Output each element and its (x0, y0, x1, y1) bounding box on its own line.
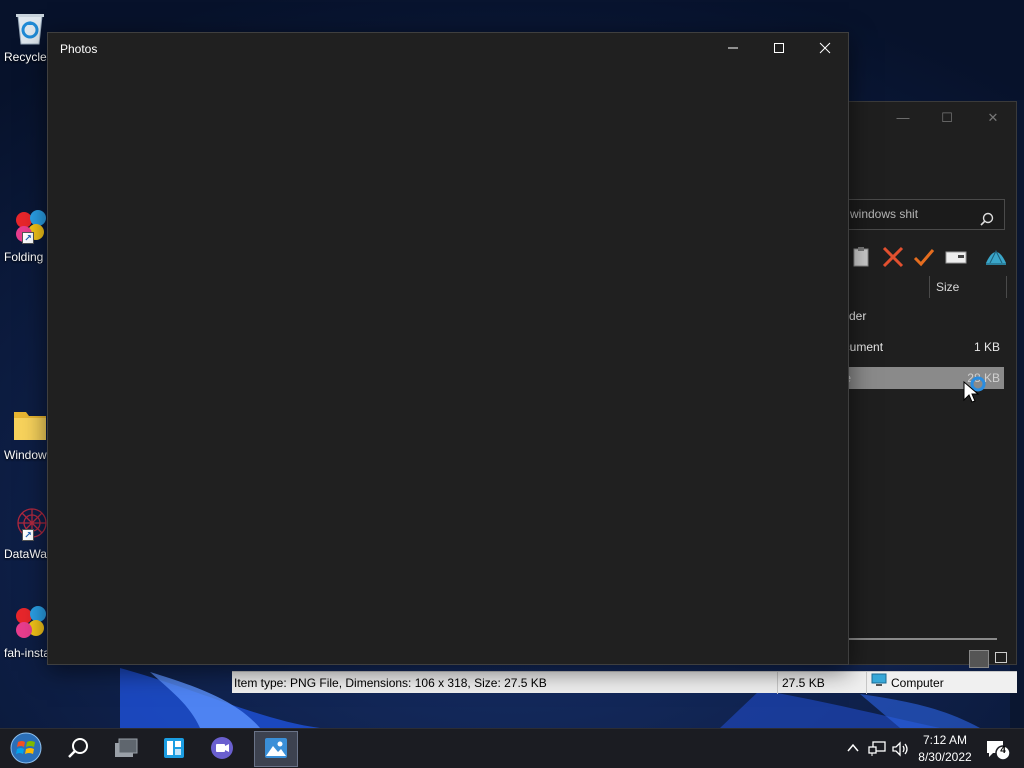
taskbar-search-button[interactable] (56, 731, 100, 767)
shortcut-arrow-icon: ↗ (22, 232, 34, 244)
explorer-minimize-icon[interactable]: — (888, 108, 918, 128)
network-icon[interactable] (868, 741, 886, 760)
paste-icon[interactable] (849, 245, 873, 269)
folder-icon (10, 404, 50, 444)
close-icon (819, 42, 831, 57)
shell-icon[interactable] (984, 245, 1008, 269)
datawag-icon: ↗ (10, 503, 50, 543)
notification-center-button[interactable]: 4 (985, 739, 1011, 764)
photos-window: Photos (47, 32, 849, 665)
explorer-search-box[interactable]: windows shit (841, 199, 1005, 230)
clock-time: 7:12 AM (922, 733, 968, 747)
details-view-icon[interactable] (969, 650, 989, 668)
mouse-cursor-icon (962, 376, 986, 409)
column-header-size[interactable]: Size (929, 276, 1007, 298)
photos-taskbar-button[interactable] (254, 731, 298, 767)
status-bar: Item type: PNG File, Dimensions: 106 x 3… (232, 671, 1017, 694)
file-size: 1 KB (973, 340, 1000, 354)
status-location-label: Computer (891, 676, 944, 690)
search-icon (66, 736, 90, 763)
maximize-icon (773, 42, 785, 57)
teams-chat-button[interactable] (200, 731, 244, 767)
fah-installer-icon (10, 602, 50, 642)
task-view-icon (113, 737, 139, 762)
list-item[interactable]: ocument 1 KB (837, 336, 1004, 358)
notification-count-badge: 4 (1000, 745, 1006, 756)
large-icons-view-icon[interactable] (995, 652, 1007, 663)
checkmark-icon[interactable] (912, 245, 936, 269)
clock-date: 8/30/2022 (918, 750, 972, 764)
horizontal-scrollbar[interactable] (849, 638, 997, 640)
minimize-icon (727, 42, 739, 57)
widgets-icon (162, 736, 186, 763)
chevron-up-icon[interactable] (846, 741, 860, 758)
close-button[interactable] (802, 33, 848, 65)
delete-icon[interactable] (881, 245, 905, 269)
recycle-bin-icon (10, 6, 50, 46)
teams-chat-icon (209, 735, 235, 764)
maximize-button[interactable] (756, 33, 802, 65)
explorer-maximize-icon[interactable]: ☐ (932, 108, 962, 128)
folding-at-home-icon: ↗ (10, 206, 50, 246)
explorer-search-text: windows shit (850, 207, 919, 221)
status-item-location: Computer (866, 672, 1016, 694)
computer-icon (871, 672, 887, 694)
rename-icon[interactable] (944, 245, 968, 269)
task-view-button[interactable] (104, 731, 148, 767)
shortcut-arrow-icon: ↗ (22, 529, 34, 541)
explorer-close-icon[interactable]: ✕ (978, 108, 1008, 128)
taskbar: 7:12 AM 8/30/2022 4 (0, 728, 1024, 768)
volume-icon[interactable] (892, 741, 910, 760)
status-item-size: 27.5 KB (777, 672, 867, 694)
file-name: der (849, 309, 867, 323)
start-button[interactable] (4, 731, 48, 767)
window-title: Photos (60, 42, 98, 56)
list-item[interactable]: der (841, 305, 1004, 327)
widgets-button[interactable] (152, 731, 196, 767)
status-item-info: Item type: PNG File, Dimensions: 106 x 3… (234, 676, 547, 690)
minimize-button[interactable] (710, 33, 756, 65)
taskbar-clock[interactable]: 7:12 AM 8/30/2022 (912, 732, 978, 766)
windows-start-orb-icon (9, 731, 43, 768)
search-icon[interactable] (980, 208, 994, 237)
photos-app-icon (264, 737, 288, 762)
